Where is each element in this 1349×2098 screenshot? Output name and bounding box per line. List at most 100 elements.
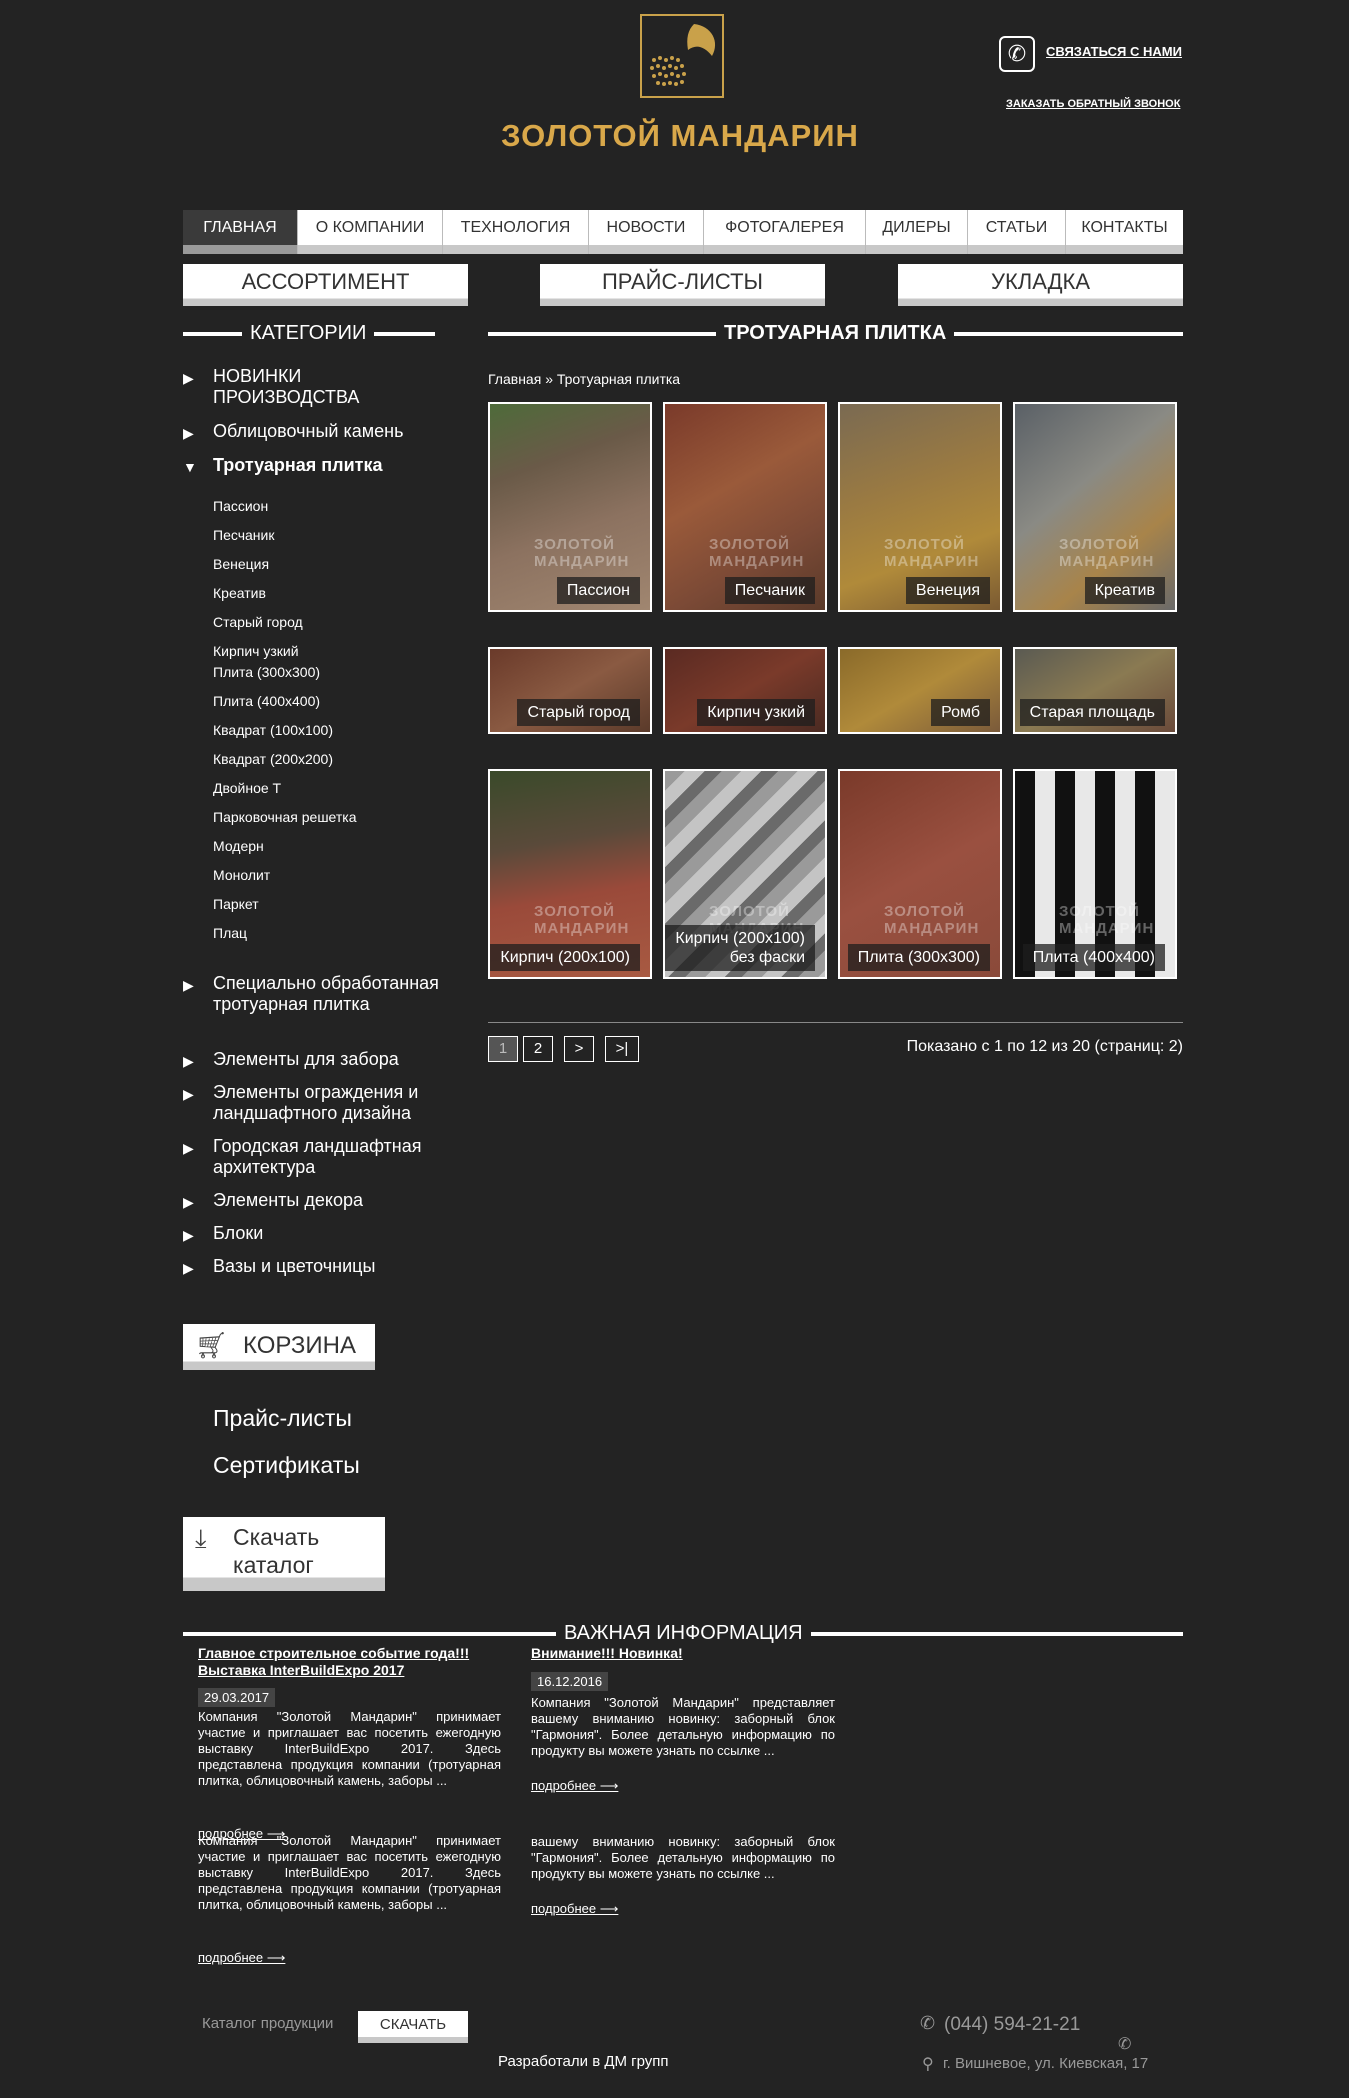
nav-item-articles[interactable]: СТАТЬИ — [968, 210, 1066, 254]
category-urban-architecture[interactable]: ▶ Городская ландшафтная архитектура — [183, 1136, 443, 1178]
nav-item-technology[interactable]: ТЕХНОЛОГИЯ — [443, 210, 589, 254]
triangle-down-icon: ▼ — [183, 459, 197, 475]
category-new[interactable]: ▶ НОВИНКИ ПРОИЗВОДСТВА — [183, 366, 443, 408]
category-facing-stone[interactable]: ▶ Облицовочный камень — [183, 421, 443, 443]
catalog-label: Каталог продукции — [202, 2015, 334, 2032]
triangle-right-icon: ▶ — [183, 1140, 194, 1156]
news-body: Компания "Золотой Мандарин" принимает уч… — [198, 1709, 501, 1788]
contact-us-link[interactable]: связаться с нами — [1046, 44, 1182, 59]
certificates-link[interactable]: Сертификаты — [213, 1452, 360, 1479]
subcategory-item[interactable]: Кирпич узкий — [213, 643, 299, 659]
next-page-button[interactable]: > — [564, 1036, 594, 1062]
subcategory-item[interactable]: Квадрат (200х200) — [213, 751, 333, 767]
product-tile[interactable]: ЗОЛОТОЙ МАНДАРИН Кирпич (200х100) — [488, 769, 652, 979]
product-tile[interactable]: ЗОЛОТОЙ МАНДАРИН Плита (300х300) — [838, 769, 1002, 979]
news-title-link[interactable]: Внимание!!! Новинка! — [531, 1645, 836, 1662]
news-body: Компания "Золотой Мандарин" принимает уч… — [198, 1833, 501, 1912]
subcategory-item[interactable]: Квадрат (100х100) — [213, 722, 333, 738]
nav-item-dealers[interactable]: ДИЛЕРЫ — [866, 210, 968, 254]
subcategory-item[interactable]: Старый город — [213, 614, 303, 630]
triangle-right-icon: ▶ — [183, 1086, 194, 1102]
triangle-right-icon: ▶ — [183, 1194, 194, 1210]
subcategory-item[interactable]: Песчаник — [213, 527, 274, 543]
read-more-link[interactable]: подробнее ⟶ — [531, 1901, 618, 1917]
last-page-button[interactable]: >| — [605, 1036, 639, 1062]
subcategory-item[interactable]: Двойное Т — [213, 780, 281, 796]
product-tile[interactable]: ЗОЛОТОЙ МАНДАРИН Венеция — [838, 402, 1002, 612]
download-catalog-footer-button[interactable]: СКАЧАТЬ — [358, 2011, 468, 2043]
product-tile[interactable]: ЗОЛОТОЙ МАНДАРИН Креатив — [1013, 402, 1177, 612]
product-tile[interactable]: ЗОЛОТОЙ МАНДАРИН Песчаник — [663, 402, 827, 612]
product-tile[interactable]: ЗОЛОТОЙ МАНДАРИН Плита (400х400) — [1013, 769, 1177, 979]
subcategory-item[interactable]: Монолит — [213, 867, 270, 883]
product-tile[interactable]: ЗОЛОТОЙ МАНДАРИН Пассион — [488, 402, 652, 612]
product-tile[interactable]: Ромб — [838, 647, 1002, 734]
download-icon: ⤓ — [195, 1523, 207, 1553]
breadcrumb-home-link[interactable]: Главная — [488, 371, 541, 387]
read-more-link[interactable]: подробнее ⟶ — [531, 1778, 618, 1794]
category-vases[interactable]: ▶ Вазы и цветочницы — [183, 1256, 443, 1278]
read-more-link[interactable]: подробнее ⟶ — [198, 1950, 285, 1966]
category-paving-tile[interactable]: ▼ Тротуарная плитка — [183, 455, 443, 477]
subcategory-item[interactable]: Плита (400х400) — [213, 693, 320, 709]
phone-icon: ✆ — [920, 2013, 936, 2033]
subcategory-item[interactable]: Парковочная решетка — [213, 809, 357, 825]
page-2-button[interactable]: 2 — [523, 1036, 553, 1062]
category-decor[interactable]: ▶ Элементы декора — [183, 1190, 443, 1212]
news-body: Компания "Золотой Мандарин" представляет… — [531, 1695, 835, 1758]
category-fence-elements[interactable]: ▶ Элементы для забора — [183, 1049, 443, 1071]
category-landscape-elements[interactable]: ▶ Элементы ограждения и ландшафтного диз… — [183, 1082, 443, 1124]
subcategory-item[interactable]: Венеция — [213, 556, 269, 572]
product-tile[interactable]: ЗОЛОТОЙ МАНДАРИН Кирпич (200х100) без фа… — [663, 769, 827, 979]
triangle-right-icon: ▶ — [183, 1053, 194, 1069]
page-1-button[interactable]: 1 — [488, 1036, 518, 1062]
triangle-right-icon: ▶ — [183, 370, 194, 386]
location-pin-icon: ⚲ — [922, 2056, 934, 2073]
mandarin-leaf-icon — [650, 24, 716, 86]
nav-item-home[interactable]: ГЛАВНАЯ — [183, 210, 298, 254]
phone-icon: ✆ — [1118, 2036, 1132, 2053]
price-lists-button[interactable]: ПРАЙС-ЛИСТЫ — [540, 264, 825, 306]
nav-item-gallery[interactable]: ФОТОГАЛЕРЕЯ — [704, 210, 866, 254]
subcategory-item[interactable]: Плац — [213, 925, 247, 941]
cart-button[interactable]: 🛒︎ КОРЗИНА — [183, 1324, 375, 1370]
phone-icon[interactable]: ✆ — [999, 36, 1035, 72]
news-date: 16.12.2016 — [531, 1672, 609, 1691]
categories-title: КАТЕГОРИИ — [242, 322, 375, 345]
product-tile[interactable]: Старый город — [488, 647, 652, 734]
callback-link[interactable]: заказать обратный звонок — [1006, 98, 1180, 110]
nav-item-news[interactable]: НОВОСТИ — [589, 210, 704, 254]
news-date: 29.03.2017 — [198, 1688, 276, 1707]
news-title-link[interactable]: Главное строительное событие года!!! Выс… — [198, 1645, 503, 1679]
triangle-right-icon: ▶ — [183, 977, 194, 993]
page-title: ТРОТУАРНАЯ ПЛИТКА — [716, 322, 955, 345]
footer-phone[interactable]: (044) 594-21-21 — [944, 2014, 1080, 2036]
footer-address: г. Вишневое, ул. Киевская, 17 — [943, 2055, 1149, 2072]
product-tile[interactable]: Кирпич узкий — [663, 647, 827, 734]
cart-icon: 🛒︎ — [195, 1330, 229, 1360]
triangle-right-icon: ▶ — [183, 1260, 194, 1276]
category-special-tile[interactable]: ▶ Специально обработанная тротуарная пли… — [183, 973, 443, 1037]
logo-text[interactable]: ЗОЛОТОЙ МАНДАРИН — [490, 118, 870, 154]
divider — [488, 1022, 1183, 1023]
subcategory-item[interactable]: Паркет — [213, 896, 259, 912]
laying-button[interactable]: УКЛАДКА — [898, 264, 1183, 306]
subcategory-item[interactable]: Плита (300х300) — [213, 664, 320, 680]
nav-item-contacts[interactable]: КОНТАКТЫ — [1066, 210, 1183, 254]
price-lists-link[interactable]: Прайс-листы — [213, 1405, 352, 1432]
breadcrumb-current-link[interactable]: Тротуарная плитка — [557, 371, 680, 387]
subcategory-item[interactable]: Модерн — [213, 838, 264, 854]
logo-emblem[interactable] — [640, 14, 724, 98]
breadcrumb: Главная » Тротуарная плитка — [488, 371, 681, 387]
subcategory-item[interactable]: Пассион — [213, 498, 268, 514]
assortment-button[interactable]: АССОРТИМЕНТ — [183, 264, 468, 306]
category-blocks[interactable]: ▶ Блоки — [183, 1223, 443, 1245]
download-catalog-button[interactable]: ⤓ Скачать каталог — [183, 1517, 385, 1591]
subcategory-item[interactable]: Креатив — [213, 585, 266, 601]
news-body: вашему вниманию новинку: заборный блок "… — [531, 1834, 835, 1881]
triangle-right-icon: ▶ — [183, 425, 194, 441]
pager-info: Показано с 1 по 12 из 20 (страниц: 2) — [906, 1038, 1183, 1055]
product-tile[interactable]: Старая площадь — [1013, 647, 1177, 734]
developer-link[interactable]: Разработали в ДМ групп — [498, 2053, 669, 2070]
nav-item-about[interactable]: О КОМПАНИИ — [298, 210, 443, 254]
